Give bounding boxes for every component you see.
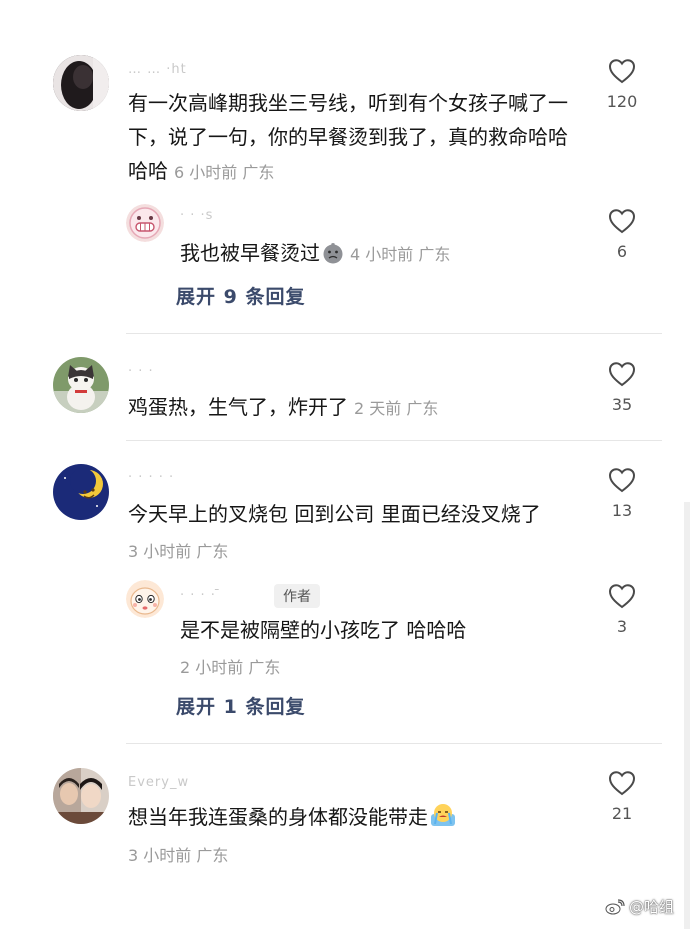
comment-text: 今天早上的叉烧包 回到公司 里面已经没叉烧了 [128,497,588,531]
heart-icon [608,59,636,84]
heart-icon [608,468,636,493]
heart-icon [608,584,636,609]
divider [126,333,662,334]
expand-replies-link[interactable]: 展开 1 条回复 [176,692,305,719]
username[interactable]: … … ·ht [128,62,187,77]
reply-body: 是不是被隔壁的小孩吃了 哈哈哈 [180,618,467,642]
avatar[interactable] [53,768,109,824]
divider [126,440,662,441]
username[interactable]: · · · · · [128,470,174,485]
like-button[interactable]: 35 [600,361,644,414]
crying-face-icon [322,240,344,264]
avatar[interactable] [126,580,164,618]
comment-text: 有一次高峰期我坐三号线，听到有个女孩子喊了一下，说了一句，你的早餐烫到我了，真的… [128,86,578,190]
comment-body: 鸡蛋热，生气了，炸开了 [128,395,348,419]
username[interactable]: · · · [128,364,154,379]
avatar[interactable] [53,55,109,111]
like-count: 21 [611,804,633,823]
like-button[interactable]: 3 [600,583,644,636]
reply-meta: 4 小时前 广东 [350,245,451,264]
avatar[interactable] [126,204,164,242]
like-count: 6 [616,242,628,261]
expand-replies-link[interactable]: 展开 9 条回复 [176,282,305,309]
like-count: 13 [611,501,633,520]
username[interactable]: · · · · ̄ [180,588,221,603]
like-count: 3 [616,617,628,636]
scrollbar[interactable] [684,502,690,929]
watermark-text: @哈组 [628,898,674,916]
avatar[interactable] [53,357,109,413]
like-button[interactable]: 120 [600,58,644,111]
crying-emoji-icon [430,802,456,828]
reply-text: 我也被早餐烫过 4 小时前 广东 [180,236,580,272]
like-button[interactable]: 21 [600,770,644,823]
avatar[interactable] [53,464,109,520]
comment-body: 想当年我连蛋桑的身体都没能带走 [128,805,428,829]
reply-meta: 2 小时前 广东 [180,658,281,677]
comment-text: 鸡蛋热，生气了，炸开了 2 天前 广东 [128,390,578,426]
divider [126,743,662,744]
comment-meta: 6 小时前 广东 [174,163,275,182]
like-count: 35 [611,395,633,414]
reply-body: 我也被早餐烫过 [180,241,320,265]
comment-meta: 3 小时前 广东 [128,846,229,865]
comment-body: 今天早上的叉烧包 回到公司 里面已经没叉烧了 [128,502,541,526]
like-button[interactable]: 6 [600,208,644,261]
username[interactable]: Every_w [128,775,189,790]
comment-text: 想当年我连蛋桑的身体都没能带走 [128,800,588,834]
heart-icon [608,362,636,387]
like-count: 120 [606,92,638,111]
watermark: @哈组 [605,896,674,919]
heart-icon [608,771,636,796]
username[interactable]: · · ·s [180,208,213,223]
reply-text: 是不是被隔壁的小孩吃了 哈哈哈 [180,613,580,647]
like-button[interactable]: 13 [600,467,644,520]
author-badge: 作者 [274,584,320,608]
comment-meta: 3 小时前 广东 [128,542,229,561]
weibo-icon [605,899,625,919]
comment-meta: 2 天前 广东 [354,399,439,418]
heart-icon [608,209,636,234]
